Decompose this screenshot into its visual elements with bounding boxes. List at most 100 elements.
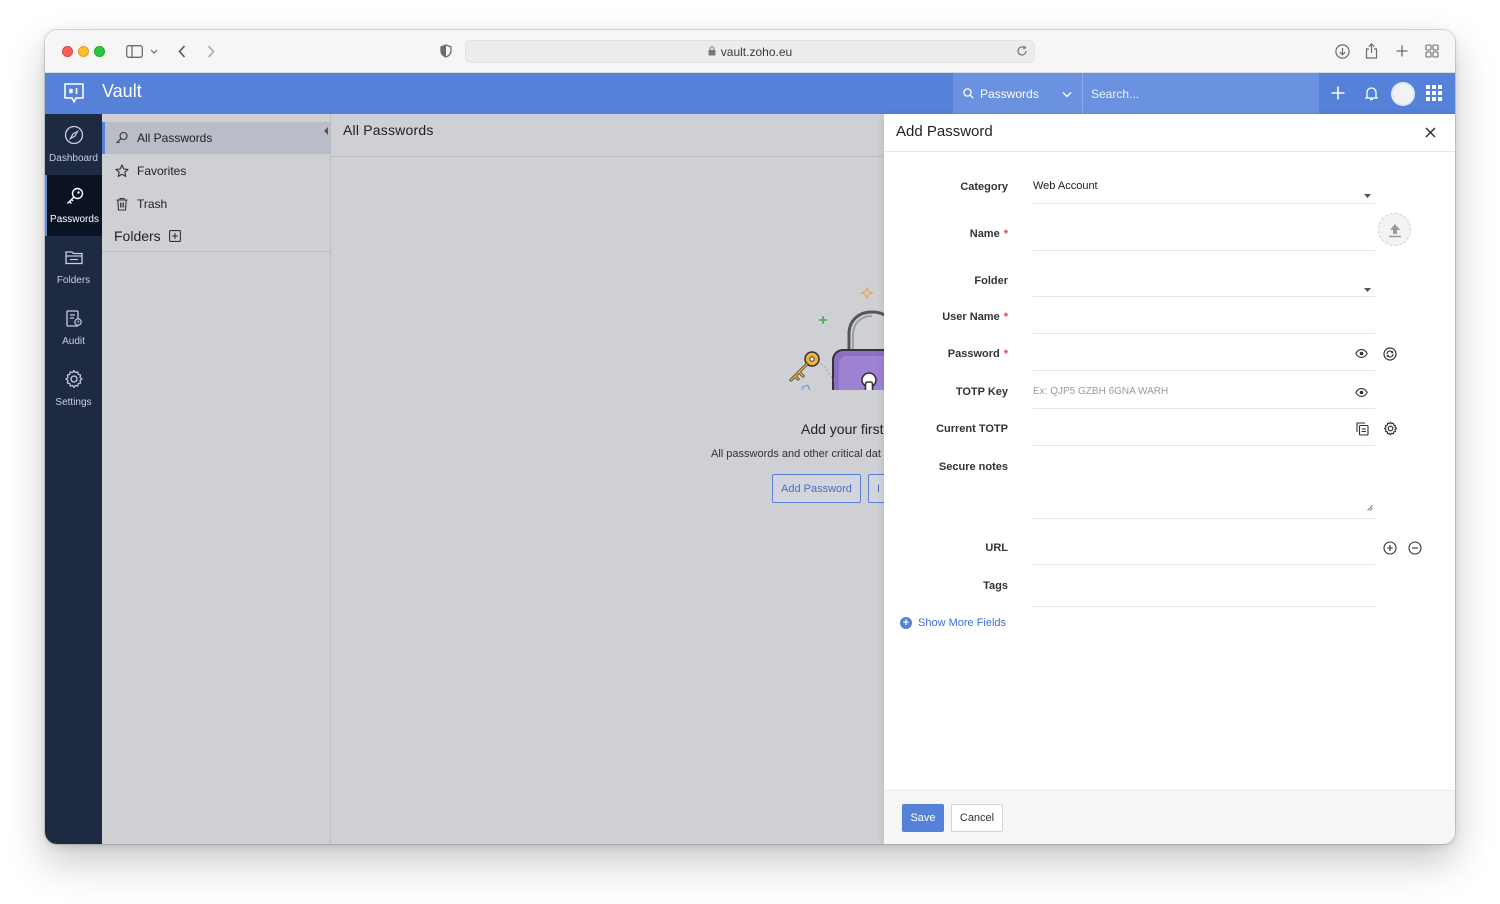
star-icon (115, 164, 137, 178)
lock-icon (708, 45, 716, 59)
url-text: vault.zoho.eu (720, 44, 793, 59)
current-totp-label: Current TOTP (936, 423, 1008, 435)
save-button[interactable]: Save (902, 804, 944, 832)
required-mark: * (1003, 311, 1008, 323)
generate-password-icon[interactable] (1383, 347, 1397, 361)
name-field[interactable]: Name * (884, 220, 1455, 251)
field-underline (1033, 250, 1375, 251)
back-icon[interactable] (173, 39, 191, 63)
username-label-text: User Name (942, 311, 1000, 323)
show-more-fields-link[interactable]: + Show More Fields (900, 617, 1006, 629)
sidebar-item-label: All Passwords (137, 131, 213, 145)
remove-circle-icon[interactable] (1408, 541, 1422, 555)
chevron-down-icon (1062, 87, 1072, 101)
name-label: Name * (970, 228, 1008, 240)
address-bar[interactable]: vault.zoho.eu (465, 40, 1035, 63)
totp-key-field[interactable]: TOTP Key Ex: QJP5 GZBH 6GNA WARH (884, 378, 1455, 409)
password-label: Password * (948, 348, 1008, 360)
rail-item-dashboard[interactable]: Dashboard (45, 114, 102, 175)
sidebar-item-favorites[interactable]: Favorites (102, 155, 331, 187)
secure-notes-label: Secure notes (938, 461, 1008, 473)
cancel-button[interactable]: Cancel (951, 804, 1003, 832)
rail-item-folders[interactable]: Folders (45, 236, 102, 297)
current-totp-field[interactable]: Current TOTP (884, 415, 1455, 446)
gear-icon (64, 369, 84, 397)
add-circle-icon[interactable] (1383, 541, 1397, 555)
forward-icon[interactable] (202, 39, 220, 63)
folders-heading: Folders (114, 228, 181, 244)
plus-circle-icon: + (900, 617, 912, 629)
vault-logo-icon[interactable] (62, 81, 86, 110)
app-title: Vault (102, 81, 142, 101)
collapse-sidebar-icon[interactable] (321, 122, 331, 140)
field-underline (1033, 445, 1375, 446)
import-button[interactable]: I (868, 474, 884, 503)
upload-icon (1388, 222, 1402, 238)
nav-rail: Dashboard Passwords Folders Audit Settin… (45, 114, 102, 844)
tab-overview-icon[interactable] (1422, 39, 1442, 63)
rail-item-audit[interactable]: Audit (45, 297, 102, 358)
key-icon (65, 186, 85, 214)
category-label: Category (960, 181, 1008, 193)
required-mark: * (1003, 228, 1008, 240)
downloads-icon[interactable] (1332, 39, 1352, 63)
chevron-down-icon[interactable] (148, 39, 160, 63)
folder-icon (64, 247, 84, 275)
maximize-window-button[interactable] (94, 46, 105, 57)
gear-icon[interactable] (1383, 421, 1398, 436)
tags-label: Tags (983, 580, 1008, 592)
app-header: Vault Passwords (45, 73, 1455, 114)
close-icon[interactable] (1425, 125, 1436, 143)
audit-icon (64, 308, 84, 336)
privacy-shield-icon[interactable] (437, 39, 455, 63)
rail-item-label: Dashboard (49, 153, 98, 164)
trash-icon (115, 197, 137, 211)
field-underline (1033, 333, 1375, 334)
sidebar-item-trash[interactable]: Trash (102, 188, 331, 220)
folder-field[interactable]: Folder (884, 267, 1455, 297)
search-scope-label: Passwords (980, 86, 1039, 101)
copy-icon[interactable] (1356, 422, 1369, 436)
apps-grid-icon[interactable] (1425, 83, 1443, 103)
avatar[interactable] (1391, 82, 1415, 106)
bell-icon[interactable] (1361, 83, 1381, 103)
panel-footer: Save Cancel (884, 790, 1455, 844)
category-field[interactable]: Category Web Account (884, 173, 1455, 204)
url-field[interactable]: URL (884, 534, 1455, 565)
tags-field[interactable]: Tags (884, 572, 1455, 607)
sidebar-toggle-icon[interactable] (123, 39, 145, 63)
rail-item-settings[interactable]: Settings (45, 358, 102, 419)
rail-item-label: Settings (55, 397, 92, 408)
search-input[interactable] (1083, 73, 1319, 114)
caret-down-icon (1364, 185, 1371, 203)
new-tab-icon[interactable] (1392, 39, 1412, 63)
reload-icon[interactable] (1016, 45, 1028, 60)
search-scope-dropdown[interactable]: Passwords (953, 73, 1083, 114)
compass-icon (64, 125, 84, 153)
name-label-text: Name (969, 228, 1000, 240)
rail-item-label: Folders (56, 275, 91, 286)
sidebar: All Passwords Favorites Trash Folders (102, 114, 331, 844)
sidebar-item-label: Favorites (137, 164, 187, 178)
add-password-button[interactable]: Add Password (772, 474, 861, 503)
resize-handle-icon[interactable] (1367, 498, 1373, 516)
upload-logo-button[interactable] (1378, 213, 1411, 246)
password-field[interactable]: Password * (884, 340, 1455, 371)
browser-toolbar: vault.zoho.eu (45, 30, 1455, 73)
field-underline (1033, 296, 1375, 297)
minimize-window-button[interactable] (78, 46, 89, 57)
divider (331, 156, 884, 157)
eye-icon[interactable] (1355, 388, 1368, 397)
rail-item-label: Passwords (50, 214, 99, 225)
show-more-label: Show More Fields (918, 617, 1007, 629)
share-icon[interactable] (1361, 39, 1381, 63)
rail-item-passwords[interactable]: Passwords (45, 175, 102, 236)
secure-notes-textarea[interactable] (1033, 462, 1375, 519)
eye-icon[interactable] (1355, 349, 1368, 358)
username-field[interactable]: User Name * (884, 303, 1455, 334)
add-folder-icon[interactable] (161, 230, 181, 242)
add-icon[interactable] (1328, 83, 1348, 103)
close-window-button[interactable] (62, 46, 73, 57)
sidebar-item-all-passwords[interactable]: All Passwords (102, 122, 331, 154)
sidebar-item-label: Trash (137, 197, 168, 211)
